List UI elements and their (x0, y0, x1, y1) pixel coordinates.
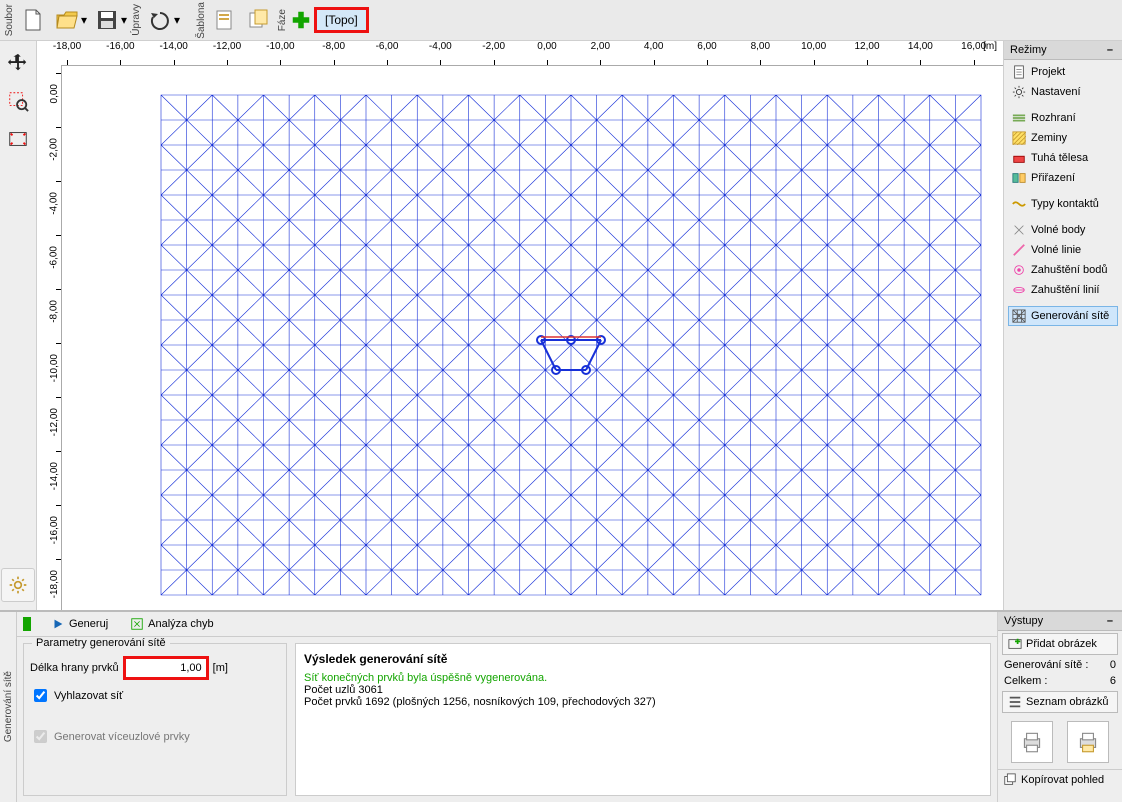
file-label: Soubor (4, 2, 15, 38)
pan-tool[interactable] (4, 49, 32, 77)
layers-icon (1012, 111, 1026, 125)
mode-generování-sítě[interactable]: Generování sítě (1008, 306, 1118, 326)
mode-nastavení[interactable]: Nastavení (1008, 82, 1118, 102)
point-icon (1012, 223, 1026, 237)
contact-icon (1012, 197, 1026, 211)
zoom-window-tool[interactable] (4, 87, 32, 115)
mode-tuhá-tělesa[interactable]: Tuhá tělesa (1008, 148, 1118, 168)
generate-button[interactable]: Generuj (45, 615, 114, 633)
minimize-panel[interactable]: – (1104, 44, 1116, 56)
add-phase-button[interactable] (290, 4, 312, 36)
mode-projekt[interactable]: Projekt (1008, 62, 1118, 82)
multinode-checkbox-row[interactable]: Generovat víceuzlové prvky (30, 727, 280, 746)
print-button-1[interactable] (1011, 721, 1053, 763)
add-image-button[interactable]: Přidat obrázek (1002, 633, 1118, 655)
mode-volné-body[interactable]: Volné body (1008, 220, 1118, 240)
hatch-icon (1012, 131, 1026, 145)
line-icon (1012, 243, 1026, 257)
block-icon (1012, 151, 1026, 165)
mode-zeminy[interactable]: Zeminy (1008, 128, 1118, 148)
denspt-icon (1012, 263, 1026, 277)
minimize-outputs[interactable]: – (1104, 615, 1116, 627)
results-box: Výsledek generování sítě Síť konečných p… (295, 643, 991, 796)
status-indicator (23, 617, 31, 631)
outputs-panel: Výstupy – Přidat obrázek Generování sítě… (997, 612, 1122, 802)
settings-button[interactable] (1, 568, 35, 602)
mode-zahuštění-linií[interactable]: Zahuštění linií (1008, 280, 1118, 300)
image-list-button[interactable]: Seznam obrázků (1002, 691, 1118, 713)
doc-icon (1012, 65, 1026, 79)
outputs-header: Výstupy – (998, 612, 1122, 631)
copy-template-button[interactable] (243, 4, 275, 36)
edge-length-input[interactable] (123, 656, 209, 680)
densln-icon (1012, 283, 1026, 297)
action-bar: Generuj Analýza chyb (17, 612, 997, 637)
edit-label: Úpravy (131, 2, 142, 38)
undo-dropdown[interactable]: ▾ (172, 13, 182, 27)
bottom-panel: Generování sítě Generuj Analýza chyb Par… (0, 610, 1122, 802)
ruler-horizontal: [m] -18,00-16,00-14,00-12,00-10,00-8,00-… (61, 41, 1003, 66)
template-label: Šablona (196, 0, 207, 40)
analyze-errors-button[interactable]: Analýza chyb (124, 615, 219, 633)
mode-typy-kontaktů[interactable]: Typy kontaktů (1008, 194, 1118, 214)
edge-length-label: Délka hrany prvků (30, 662, 119, 674)
mode-rozhraní[interactable]: Rozhraní (1008, 108, 1118, 128)
ruler-vertical: 0,00-2,00-4,00-6,00-8,00-10,00-12,00-14,… (37, 65, 62, 610)
phase-label: Fáze (277, 7, 288, 33)
mesh-canvas (61, 65, 1003, 610)
modes-header: Režimy – (1004, 41, 1122, 60)
modes-panel: Režimy – ProjektNastaveníRozhraníZeminyT… (1003, 41, 1122, 610)
smooth-checkbox-row[interactable]: Vyhlazovat síť (30, 686, 280, 705)
new-file-button[interactable] (17, 4, 49, 36)
params-box: Parametry generování sítě Délka hrany pr… (23, 643, 287, 796)
smooth-checkbox[interactable] (34, 689, 47, 702)
zoom-extents-tool[interactable] (4, 125, 32, 153)
mode-zahuštění-bodů[interactable]: Zahuštění bodů (1008, 260, 1118, 280)
open-dropdown[interactable]: ▾ (79, 13, 89, 27)
side-tab[interactable]: Generování sítě (0, 612, 17, 802)
mode-přiřazení[interactable]: Přiřazení (1008, 168, 1118, 188)
gear-icon (1012, 85, 1026, 99)
main-toolbar: Soubor ▾ ▾ Úpravy ▾ Šablona Fáze [Topo] (0, 0, 1122, 41)
node-count: Počet uzlů 3061 (304, 684, 982, 696)
copy-view-button[interactable]: Kopírovat pohled (998, 769, 1122, 790)
element-count: Počet prvků 1692 (plošných 1256, nosníko… (304, 696, 982, 708)
view-toolbar (0, 41, 37, 610)
multinode-checkbox[interactable] (34, 730, 47, 743)
template-button[interactable] (209, 4, 241, 36)
success-message: Síť konečných prvků byla úspěšně vygener… (304, 672, 982, 684)
main-area: [m] -18,00-16,00-14,00-12,00-10,00-8,00-… (0, 41, 1122, 610)
save-dropdown[interactable]: ▾ (119, 13, 129, 27)
mesh-icon (1012, 309, 1026, 323)
viewport[interactable]: [m] -18,00-16,00-14,00-12,00-10,00-8,00-… (37, 41, 1003, 610)
topo-phase-button[interactable]: [Topo] (314, 7, 369, 33)
mode-volné-linie[interactable]: Volné linie (1008, 240, 1118, 260)
print-button-2[interactable] (1067, 721, 1109, 763)
assign-icon (1012, 171, 1026, 185)
